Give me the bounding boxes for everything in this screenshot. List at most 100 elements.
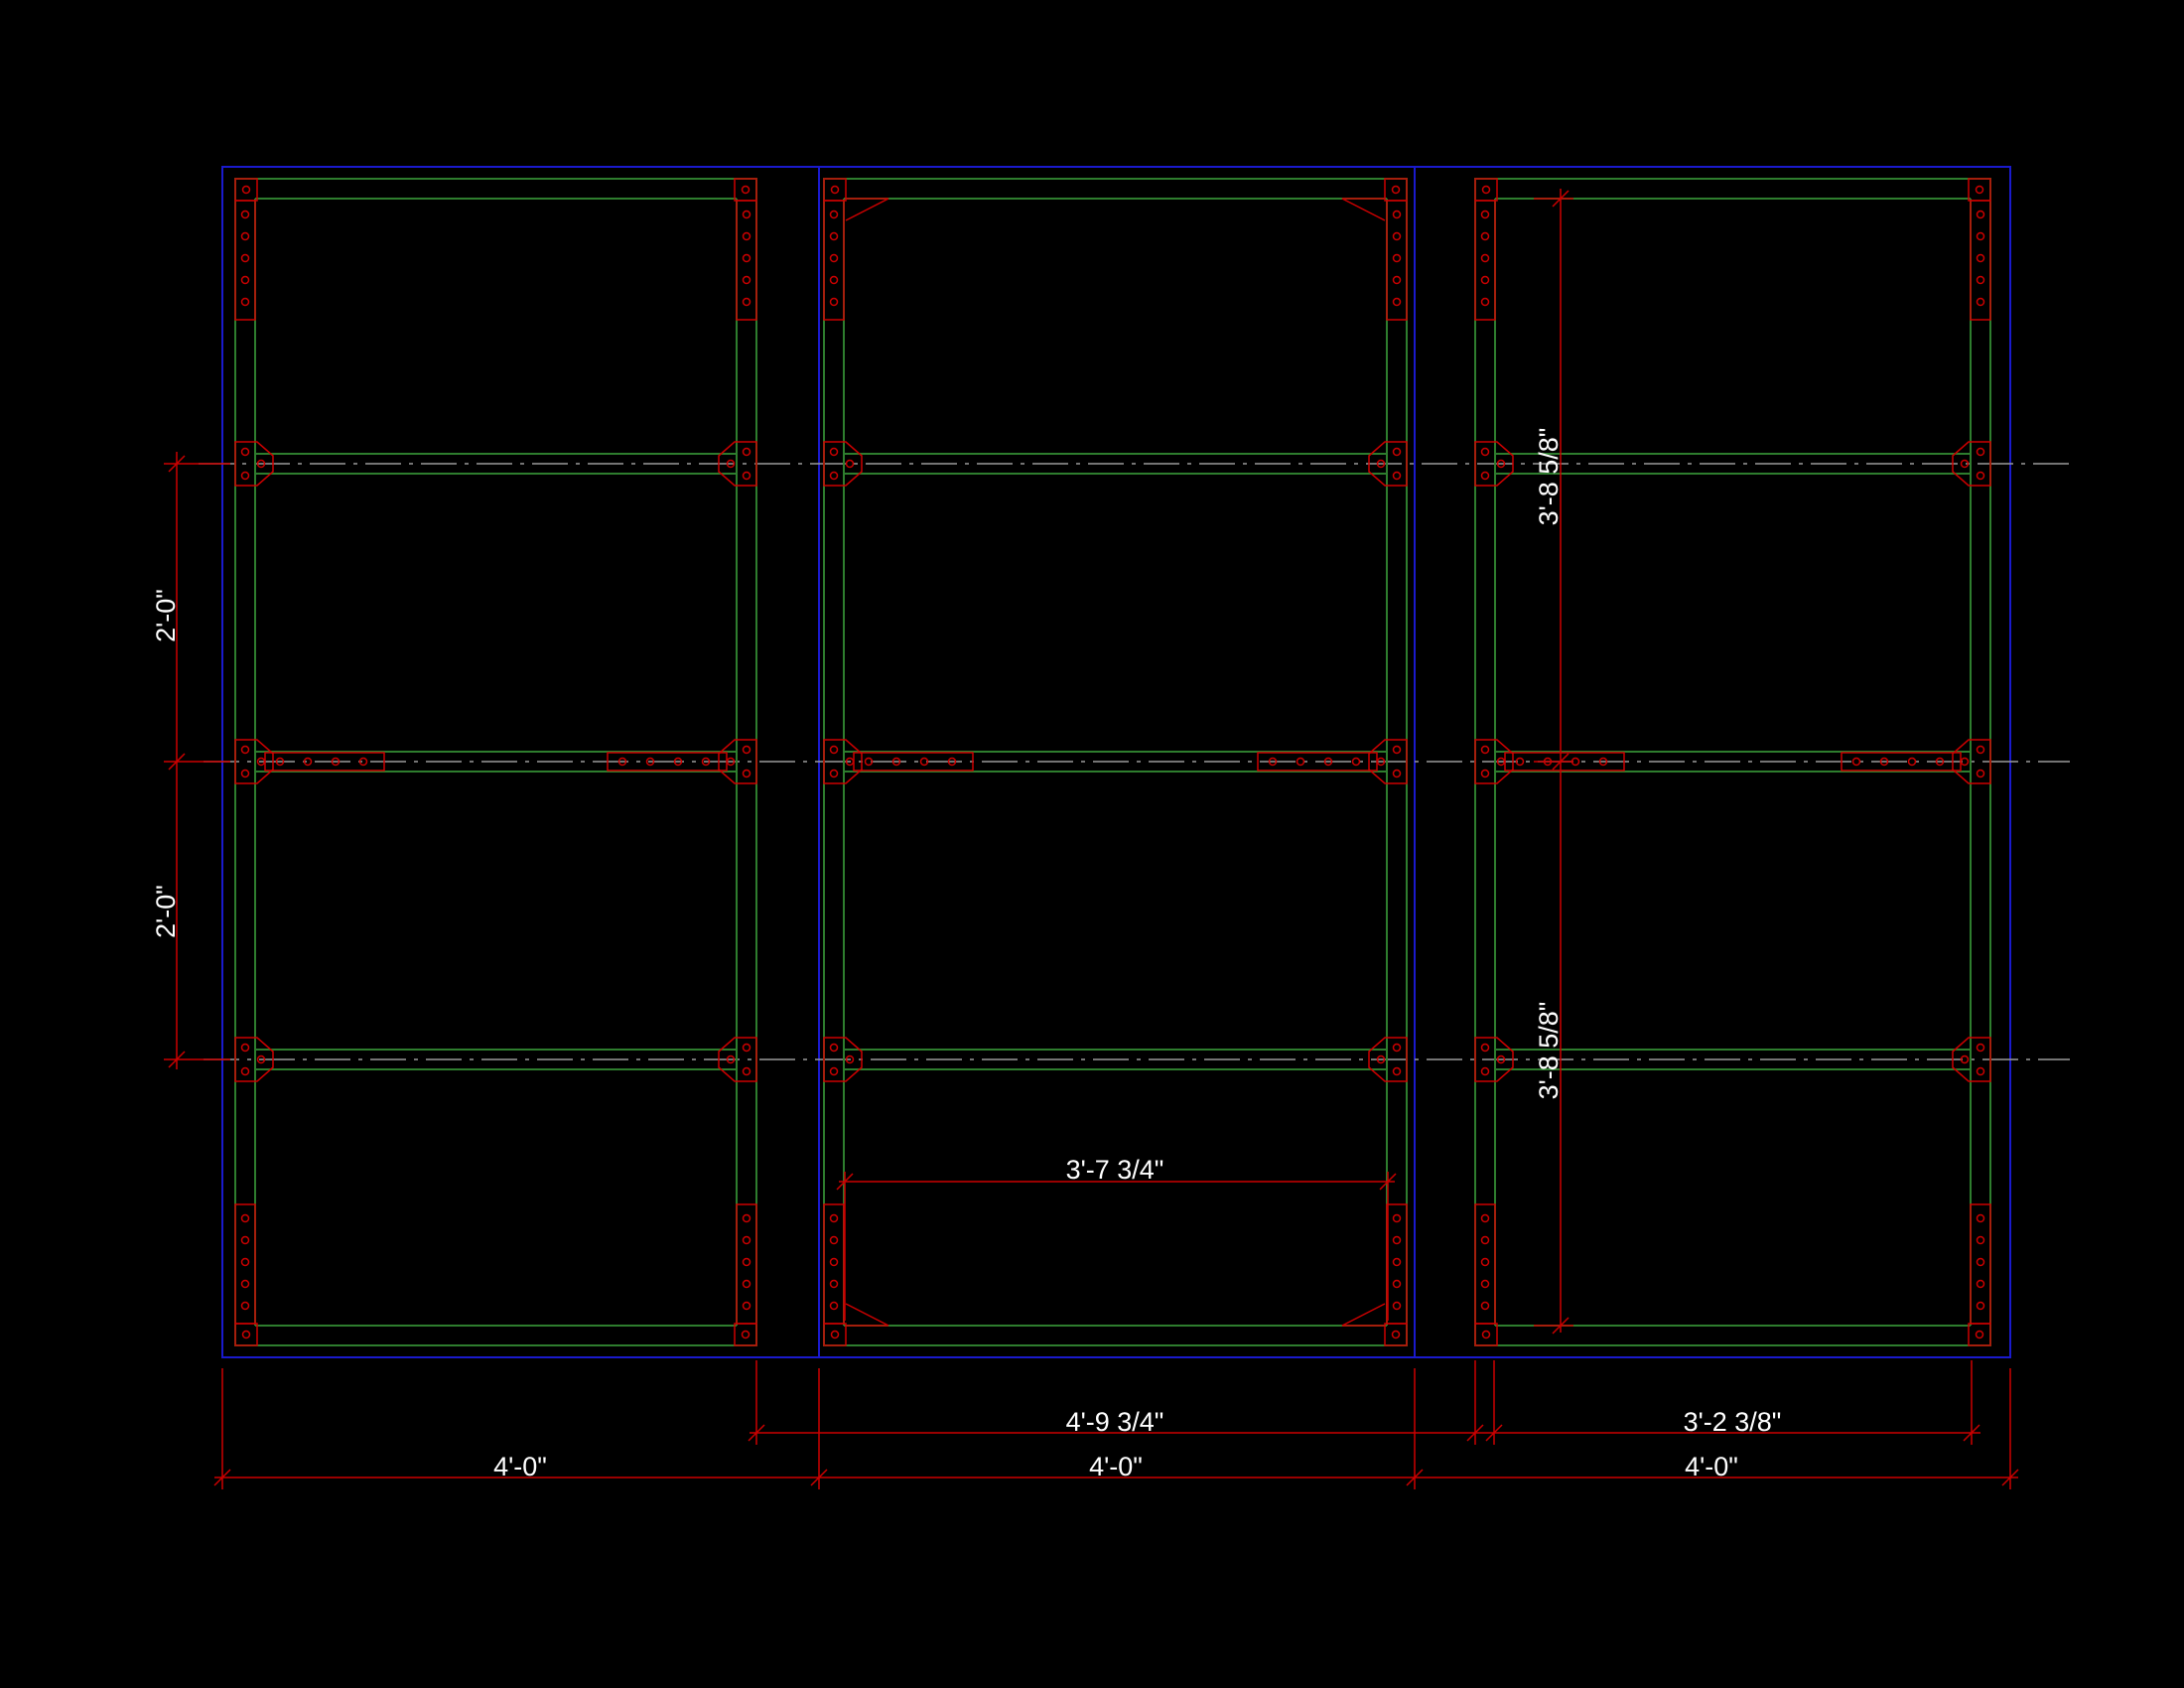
dim-panel-right: 4'-0" [1685,1452,1738,1481]
bolt-hole [1976,210,1985,219]
dim-right-height-upper: 3'-8 5/8" [1534,428,1564,526]
bolt-hole [240,1257,250,1267]
bolt-hole [240,745,250,755]
bolt-hole [1976,1066,1985,1076]
dim-row-spacing-lower: 2'-0" [151,885,181,938]
bolt-hole [1975,1330,1984,1339]
bolt-hole [742,1301,751,1311]
corner-plate-0-1 [734,178,757,202]
bolt-hole [240,210,250,219]
bolt-hole [829,1213,839,1223]
bolt-hole [1392,1066,1402,1076]
bolt-hole [1391,1330,1401,1339]
bolt-hole [1392,1279,1402,1289]
bolt-hole [241,185,251,195]
bolt-hole [240,1043,250,1053]
bolt-hole [1480,1066,1490,1076]
bolt-hole [742,1213,751,1223]
corner-plate-2-2 [1474,1323,1498,1346]
bolt-hole [829,1043,839,1053]
bolt-hole [1976,1301,1985,1311]
bolt-hole [241,1330,251,1339]
bolt-hole [240,1279,250,1289]
bolt-hole [1392,231,1402,241]
bolt-hole [1976,745,1985,755]
bolt-hole [1480,231,1490,241]
bolt-hole [1392,275,1402,285]
bolt-hole [1975,185,1984,195]
corner-plate-2-3 [1968,1323,1991,1346]
bolt-hole [742,231,751,241]
centerlines [199,463,2075,1060]
bolt-hole [742,253,751,263]
bolt-hole [829,253,839,263]
bolt-hole [1480,275,1490,285]
bolt-hole [1976,1043,1985,1053]
angle-gusset-bottom-0 [845,1303,889,1327]
bolt-hole [240,297,250,307]
corner-plate-0-2 [234,1323,258,1346]
bolt-hole [1480,471,1490,481]
corner-plate-2-1 [1968,178,1991,202]
bolt-hole [1392,210,1402,219]
bolt-hole [1391,185,1401,195]
bolt-hole [1480,769,1490,778]
bolt-hole [1976,447,1985,457]
bolt-hole [240,1066,250,1076]
angle-gusset-bottom-1 [1341,1303,1386,1327]
bolt-hole [742,745,751,755]
dim-right-inner: 3'-2 3/8" [1684,1407,1782,1437]
bolt-hole [1480,1235,1490,1245]
bolt-hole [1480,297,1490,307]
bolt-hole [742,1066,751,1076]
bolt-hole [1907,757,1917,767]
bolt-hole [742,471,751,481]
dimension-texts: 2'-0" 2'-0" 3'-8 5/8" 3'-8 5/8" 3'-7 3/4… [151,428,1781,1481]
bolt-hole [240,231,250,241]
bolt-hole [829,1301,839,1311]
bolt-hole [830,1330,840,1339]
dim-panel-left: 4'-0" [493,1452,547,1481]
bolt-hole [1976,1257,1985,1267]
bolt-hole [1392,1257,1402,1267]
bolt-hole [1480,447,1490,457]
bolt-hole [1392,471,1402,481]
bolt-hole [742,1279,751,1289]
bolt-hole [1296,757,1305,767]
bolt-hole [1976,231,1985,241]
bolt-hole [1976,253,1985,263]
bolt-hole [742,1257,751,1267]
dim-inner-middle-width: 3'-7 3/4" [1066,1155,1164,1185]
bolt-hole [829,447,839,457]
bolt-hole [829,231,839,241]
corner-plate-1-0 [823,178,847,202]
bolt-hole [1480,253,1490,263]
bolt-hole [240,253,250,263]
bolt-hole [1351,757,1361,767]
bolt-hole [1976,1213,1985,1223]
bolt-hole [1392,1235,1402,1245]
dimension-lines [164,189,2019,1489]
dim-middle-overall: 4'-9 3/4" [1066,1407,1164,1437]
bolt-hole [741,185,751,195]
bolt-hole [1851,757,1861,767]
bolt-hole [742,275,751,285]
bolt-hole [1976,769,1985,778]
bolt-hole [829,1235,839,1245]
bolt-hole [1480,745,1490,755]
bolt-hole [829,1279,839,1289]
bolt-hole [845,459,855,469]
bolt-hole [1480,1257,1490,1267]
bolt-hole [829,297,839,307]
bolt-hole [240,769,250,778]
dim-row-spacing-upper: 2'-0" [151,589,181,642]
bolt-hole [829,1257,839,1267]
bolt-hole [1976,275,1985,285]
bolt-hole [240,1235,250,1245]
bolt-hole [1481,1330,1491,1339]
corner-plate-0-3 [734,1323,757,1346]
bolt-hole [742,210,751,219]
bolt-hole [1976,297,1985,307]
bolt-hole [1392,1213,1402,1223]
bolt-hole [1392,769,1402,778]
